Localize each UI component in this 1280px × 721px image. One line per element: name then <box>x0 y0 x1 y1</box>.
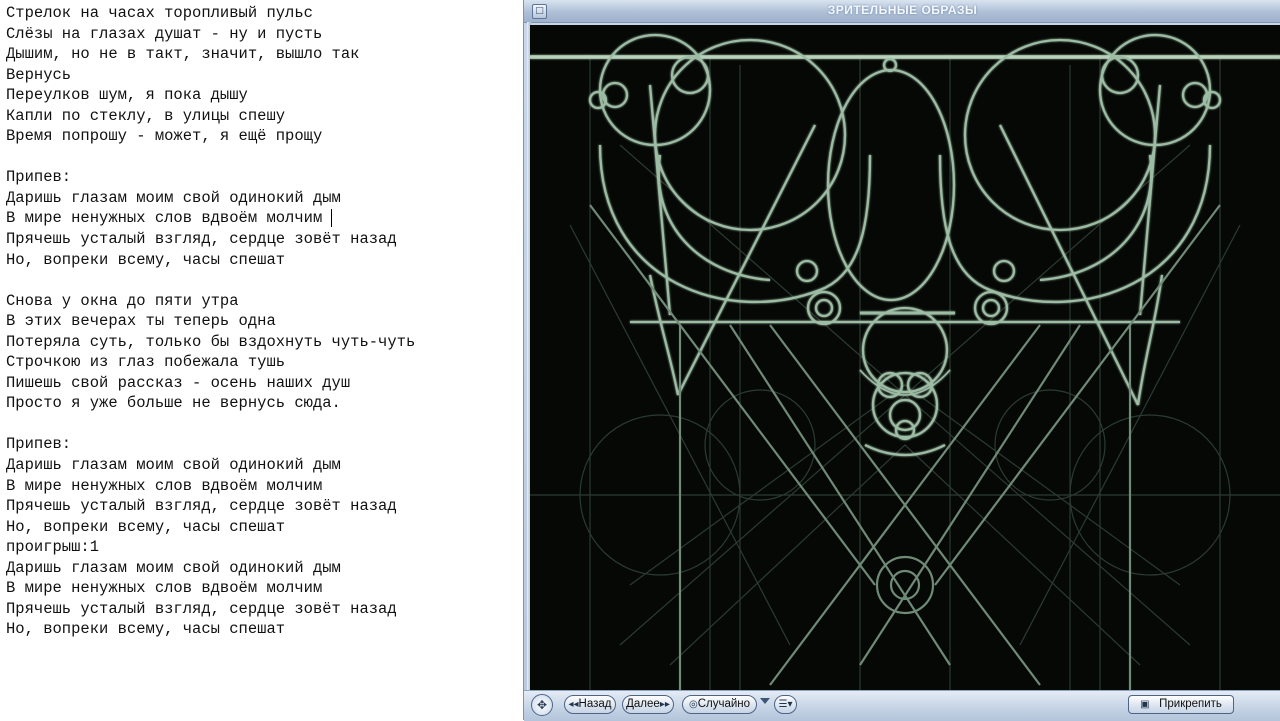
lyric-line: Но, вопреки всему, часы спешат <box>6 517 286 536</box>
lyric-line: В мире ненужных слов вдвоём молчим <box>6 476 323 495</box>
lyric-line: Слёзы на глазах душат - ну и пусть <box>6 24 323 43</box>
lyric-line: Дышим, но не в такт, значит, вышло так <box>6 45 360 64</box>
random-dropdown-arrow-icon[interactable] <box>760 698 770 704</box>
lyric-line: Капли по стеклу, в улицы спешу <box>6 106 286 125</box>
lyrics-editor[interactable]: Стрелок на часах торопливый пульс Слёзы н… <box>0 0 520 720</box>
navigation-pad-icon[interactable]: ✥ <box>531 694 553 716</box>
lyric-line: Даришь глазам моим свой одинокий дым <box>6 456 341 475</box>
double-right-arrow-icon: ▸▸ <box>659 699 670 710</box>
lyric-line: Переулков шум, я пока дышу <box>6 86 248 105</box>
back-button-label: Назад <box>578 698 612 710</box>
lyric-line: Строчкою из глаз побежала тушь <box>6 353 286 372</box>
window-titlebar[interactable]: □ ЗРИТЕЛЬНЫЕ ОБРАЗЫ <box>524 0 1280 23</box>
back-button[interactable]: ◂◂Назад <box>564 695 616 714</box>
shuffle-circle-icon: ◎ <box>688 699 698 710</box>
visualization-art <box>530 25 1280 690</box>
lyric-line: Просто я уже больше не вернусь сюда. <box>6 394 341 413</box>
lyric-line: Пишешь свой рассказ - осень наших душ <box>6 373 351 392</box>
lyric-line: Время попрошу - может, я ещё прощу <box>6 127 323 146</box>
lyric-line: Припев: <box>6 435 72 454</box>
lyric-line <box>6 270 415 291</box>
visualization-window: □ ЗРИТЕЛЬНЫЕ ОБРАЗЫ ✥ ◂◂Назад Далее▸▸ ◎С… <box>523 0 1280 721</box>
lyric-line: Прячешь усталый взгляд, сердце зовёт наз… <box>6 599 397 618</box>
double-left-arrow-icon: ◂◂ <box>568 699 579 710</box>
lyric-line: Но, вопреки всему, часы спешат <box>6 250 286 269</box>
lyric-line: Припев: <box>6 168 72 187</box>
next-button-label: Далее <box>626 698 660 710</box>
lyric-line: Стрелок на часах торопливый пульс <box>6 4 313 22</box>
lyrics-text[interactable]: Стрелок на часах торопливый пульс Слёзы н… <box>6 3 415 640</box>
lyric-line: Снова у окна до пяти утра <box>6 291 239 310</box>
pin-window-icon: ▣ <box>1140 699 1150 710</box>
menu-button[interactable]: ☰▾ <box>774 695 797 714</box>
lyric-line: Вернусь <box>6 65 72 84</box>
text-caret <box>331 209 332 227</box>
lyric-line: В этих вечерах ты теперь одна <box>6 312 276 331</box>
lyric-line <box>6 147 415 168</box>
lyric-line: В мире ненужных слов вдвоём молчим <box>6 579 323 598</box>
pin-button-label: Прикрепить <box>1159 698 1222 710</box>
next-button[interactable]: Далее▸▸ <box>622 695 674 714</box>
lyric-line: Потеряла суть, только бы вздохнуть чуть-… <box>6 332 416 351</box>
lyric-line: Даришь глазам моим свой одинокий дым <box>6 558 341 577</box>
control-bar: ✥ ◂◂Назад Далее▸▸ ◎Случайно ☰▾ ▣ Прикреп… <box>524 690 1280 721</box>
lyric-line: Даришь глазам моим свой одинокий дым <box>6 188 341 207</box>
random-button-label: Случайно <box>697 698 751 710</box>
visualization-viewport <box>530 25 1280 690</box>
window-title: ЗРИТЕЛЬНЫЕ ОБРАЗЫ <box>827 3 978 17</box>
lyric-line: проигрыш:1 <box>6 538 100 557</box>
lyric-line: Прячешь усталый взгляд, сердце зовёт наз… <box>6 230 397 249</box>
pin-button[interactable]: ▣ Прикрепить <box>1128 695 1234 714</box>
lyric-line: Прячешь усталый взгляд, сердце зовёт наз… <box>6 497 397 516</box>
list-menu-icon: ☰▾ <box>778 699 793 710</box>
random-button[interactable]: ◎Случайно <box>682 695 757 714</box>
lyric-line: В мире ненужных слов вдвоём молчим <box>6 209 323 228</box>
lyric-line <box>6 414 415 435</box>
lyric-line: Но, вопреки всему, часы спешат <box>6 620 286 639</box>
